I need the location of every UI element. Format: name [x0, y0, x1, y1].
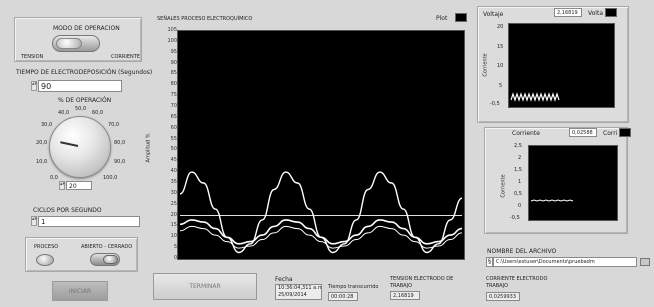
file-label: NOMBRE DEL ARCHIVO [487, 248, 557, 255]
knob-pointer [60, 141, 79, 147]
knob-value-increment[interactable]: ▴▾ [59, 181, 65, 190]
voltage-readout: 2,16819 [554, 8, 582, 17]
process-panel: PROCESO ABIERTO - CERRADO [25, 237, 138, 272]
browse-folder-icon[interactable] [640, 258, 650, 266]
switch-label: ABIERTO - CERRADO [81, 244, 133, 250]
mode-panel: MODO DE OPERACION TENSION CORRIENTE [14, 17, 142, 62]
current-readout: 0,02588 [569, 128, 597, 137]
current-plot-area [528, 145, 618, 221]
current-ytick-4: 0,5 [514, 191, 522, 197]
voltage-ytick-4: -0,5 [490, 101, 500, 107]
current-trace [530, 199, 574, 202]
mode-panel-title: MODO DE OPERACION [53, 25, 120, 32]
proceso-led [36, 254, 54, 266]
file-path-input[interactable]: C:\Users\estuser\Documents\pruebadm [493, 257, 637, 267]
tension-value: 2,16819 [390, 291, 420, 300]
tension-label: TENSION ELECTRODO DE TRABAJO [390, 276, 454, 289]
voltage-trace [510, 92, 560, 102]
main-chart-ylabel: Amplitud % [145, 133, 152, 163]
knob-scale-70: 70,0 [108, 122, 120, 128]
current-legend-icon[interactable] [619, 128, 631, 137]
cycles-increment[interactable]: ▴▾ [31, 216, 37, 226]
current-ytick-5: 0 [518, 203, 522, 209]
knob-scale-10: 10,0 [36, 159, 48, 165]
file-path-prefix-icon: § [486, 257, 493, 267]
current-ytick-1: 2 [518, 155, 522, 161]
cycles-input[interactable]: 1 [38, 216, 140, 227]
mode-right-label: CORRIENTE [111, 54, 140, 60]
main-chart-plot-label: Plot [436, 15, 448, 22]
mode-left-label: TENSION [21, 54, 44, 60]
knob-value-input[interactable]: 20 [66, 181, 92, 190]
main-chart-series-2 [179, 219, 463, 245]
knob-scale-40: 40,0 [58, 110, 70, 116]
cycles-label: CICLOS POR SEGUNDO [33, 207, 102, 214]
mode-toggle-switch[interactable] [52, 35, 100, 52]
deposition-time-increment[interactable]: ▴▾ [31, 81, 37, 91]
knob-scale-30: 30,0 [41, 122, 53, 128]
deposition-time-label: TIEMPO DE ELECTRODEPOSICIÓN (Segundos) [16, 69, 153, 76]
proceso-label: PROCESO [34, 244, 59, 250]
voltage-ytick-2: 10 [497, 63, 504, 69]
current-ytick-6: -0,5 [510, 215, 520, 221]
fecha-date: 25/09/2014 [278, 292, 307, 298]
fecha-time: 10:36:04,311 a.m. [278, 285, 322, 291]
current-ytick-0: 2,5 [514, 143, 522, 149]
voltage-ytick-1: 15 [497, 44, 504, 50]
knob-scale-100: 100,0 [103, 175, 118, 181]
knob-scale-50: 50,0 [75, 106, 87, 112]
current-label: Corriente [512, 130, 540, 137]
fecha-value-box: 10:36:04,311 a.m. 25/09/2014 [275, 284, 322, 300]
current-ytick-3: 1 [518, 179, 522, 185]
voltage-ytick-3: 5 [499, 83, 503, 89]
open-close-switch[interactable] [90, 253, 120, 266]
current-ylabel: Corriente [500, 174, 507, 198]
iniciar-button[interactable]: INICIAR [52, 281, 108, 301]
open-close-switch-knob [103, 255, 118, 264]
terminar-button[interactable]: TERMINAR [153, 273, 257, 300]
main-chart-plot-area [177, 30, 465, 260]
main-chart-ytick: 105 [167, 27, 177, 33]
fecha-label: Fecha [275, 276, 293, 283]
tiempo-label: Tiempo transcurrido [328, 284, 379, 290]
knob-scale-80: 80,0 [114, 140, 126, 146]
plot-legend-icon[interactable] [455, 13, 467, 22]
voltage-legend-label: Volta [588, 10, 604, 17]
knob-title: % DE OPERACIÓN [58, 97, 112, 104]
tiempo-value: 00:00:28 [328, 292, 358, 301]
corriente-label: CORRIENTE ELECTRODO TRABAJO [486, 276, 548, 289]
percent-operation-knob[interactable] [49, 116, 111, 178]
voltage-ylabel: Corriente [482, 53, 489, 77]
deposition-time-input[interactable]: 90 [38, 80, 122, 92]
knob-scale-90: 90,0 [114, 159, 126, 165]
knob-scale-0: 0,0 [50, 175, 58, 181]
voltage-label: Voltaje [483, 11, 504, 18]
voltage-ytick-0: 20 [497, 24, 504, 30]
voltage-legend-icon[interactable] [605, 8, 617, 17]
corriente-value: 0,0259933 [486, 292, 520, 301]
current-ytick-2: 1,5 [514, 167, 522, 173]
main-chart-svg [179, 171, 463, 254]
knob-scale-60: 60,0 [92, 110, 104, 116]
knob-scale-20: 20,0 [36, 140, 48, 146]
main-chart-ytick: 100 [167, 37, 177, 44]
current-legend-label: Corri [603, 130, 618, 137]
mode-toggle-knob [56, 38, 82, 49]
voltage-plot-area [508, 23, 615, 108]
main-chart-title: SEÑALES PROCESO ELECTROQUÍMICO [157, 16, 253, 22]
